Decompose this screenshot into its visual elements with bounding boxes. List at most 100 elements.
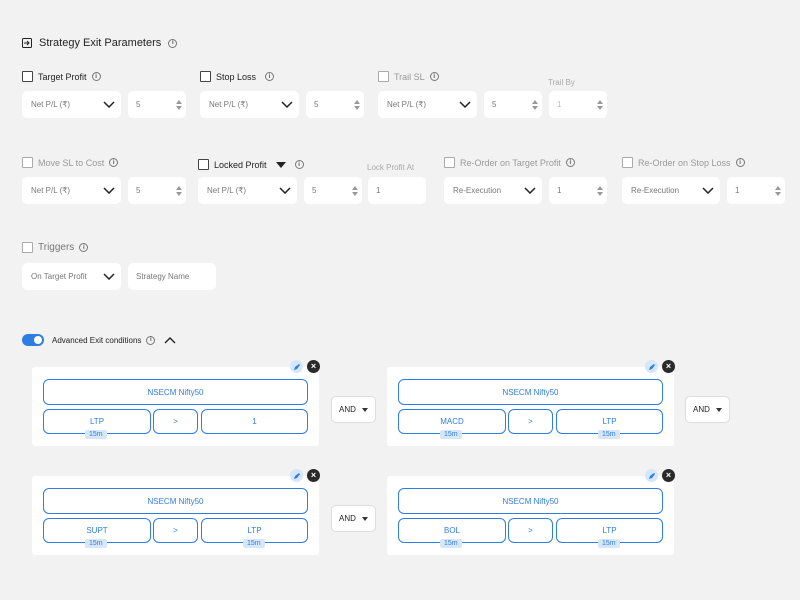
- move-sl-toggle[interactable]: Move SL to Cost i: [22, 157, 119, 168]
- right-operand-pill[interactable]: 1: [201, 409, 308, 434]
- target-profit-value[interactable]: 5: [128, 91, 186, 118]
- info-icon[interactable]: i: [735, 158, 745, 167]
- locked-profit-checkbox[interactable]: [198, 159, 209, 170]
- advanced-exit-header: Advanced Exit conditions i: [22, 334, 176, 346]
- stop-loss-label: Stop Loss: [216, 71, 257, 82]
- number-value: 1: [735, 186, 740, 195]
- locked-profit-toggle[interactable]: Locked Profit i: [198, 159, 304, 170]
- reorder-sl-select[interactable]: Re-Execution: [622, 177, 720, 204]
- locked-profit-value[interactable]: 5: [304, 177, 362, 204]
- stepper-icon[interactable]: [352, 185, 358, 196]
- chevron-down-icon: [524, 187, 536, 194]
- join-select[interactable]: AND: [331, 505, 376, 532]
- close-icon[interactable]: ×: [307, 469, 320, 482]
- condition-card: NSECM Nifty50 BOL 15m > LTP 15m: [387, 476, 674, 555]
- edit-icon[interactable]: [290, 469, 303, 482]
- move-sl-value[interactable]: 5: [128, 177, 186, 204]
- number-value: 5: [492, 100, 497, 109]
- stepper-icon[interactable]: [775, 185, 781, 196]
- trail-sl-label: Trail SL: [394, 71, 425, 82]
- trail-sl-value[interactable]: 5: [484, 91, 542, 118]
- instrument-pill[interactable]: NSECM Nifty50: [43, 488, 308, 514]
- info-icon[interactable]: i: [265, 72, 275, 81]
- select-value: Net P/L (₹): [31, 186, 71, 195]
- close-icon[interactable]: ×: [662, 469, 675, 482]
- operator-pill[interactable]: >: [153, 518, 198, 543]
- stepper-icon[interactable]: [176, 99, 182, 110]
- timeframe-badge: 15m: [85, 539, 107, 548]
- info-icon[interactable]: i: [79, 243, 89, 252]
- edit-icon[interactable]: [645, 360, 658, 373]
- close-icon[interactable]: ×: [662, 360, 675, 373]
- timeframe-badge: 15m: [598, 539, 620, 548]
- info-icon[interactable]: i: [429, 72, 439, 81]
- reorder-sl-checkbox[interactable]: [622, 157, 633, 168]
- operator-pill[interactable]: >: [153, 409, 198, 434]
- number-value: 1: [376, 186, 381, 195]
- condition-card: NSECM Nifty50 SUPT 15m > LTP 15m: [32, 476, 319, 555]
- trail-sl-select[interactable]: Net P/L (₹): [378, 91, 477, 118]
- move-sl-checkbox[interactable]: [22, 157, 33, 168]
- close-icon[interactable]: ×: [307, 360, 320, 373]
- stepper-icon[interactable]: [354, 99, 360, 110]
- info-icon[interactable]: i: [146, 335, 156, 345]
- target-profit-select[interactable]: Net P/L (₹): [22, 91, 121, 118]
- edit-icon[interactable]: [645, 469, 658, 482]
- condition-card: NSECM Nifty50 MACD 15m > LTP 15m: [387, 367, 674, 446]
- stepper-icon[interactable]: [176, 185, 182, 196]
- info-icon[interactable]: i: [91, 72, 101, 81]
- reorder-tp-checkbox[interactable]: [444, 157, 455, 168]
- locked-profit-select[interactable]: Net P/L (₹): [198, 177, 297, 204]
- number-value: 5: [312, 186, 317, 195]
- chevron-up-icon[interactable]: [164, 336, 176, 344]
- reorder-sl-value[interactable]: 1: [727, 177, 785, 204]
- edit-icon[interactable]: [290, 360, 303, 373]
- stepper-icon[interactable]: [597, 99, 603, 110]
- trail-by-value[interactable]: 1: [549, 91, 607, 118]
- advanced-exit-toggle[interactable]: [22, 334, 44, 346]
- info-icon[interactable]: i: [168, 38, 178, 48]
- input-placeholder: Strategy Name: [136, 272, 190, 281]
- page-title: Strategy Exit Parameters: [39, 37, 162, 49]
- stepper-icon[interactable]: [597, 185, 603, 196]
- target-profit-checkbox[interactable]: [22, 71, 33, 82]
- stepper-icon[interactable]: [532, 99, 538, 110]
- instrument-pill[interactable]: NSECM Nifty50: [398, 488, 663, 514]
- trail-sl-checkbox[interactable]: [378, 71, 389, 82]
- stop-loss-checkbox[interactable]: [200, 71, 211, 82]
- info-icon[interactable]: i: [294, 160, 304, 169]
- strategy-name-input[interactable]: Strategy Name: [128, 263, 216, 290]
- move-sl-select[interactable]: Net P/L (₹): [22, 177, 121, 204]
- info-icon[interactable]: i: [565, 158, 575, 167]
- reorder-tp-toggle[interactable]: Re-Order on Target Profit i: [444, 157, 575, 168]
- info-icon[interactable]: i: [109, 158, 119, 167]
- chevron-down-icon: [281, 101, 293, 108]
- reorder-tp-value[interactable]: 1: [549, 177, 607, 204]
- stop-loss-select[interactable]: Net P/L (₹): [200, 91, 299, 118]
- number-value: 5: [136, 100, 141, 109]
- trail-sl-toggle[interactable]: Trail SL i: [378, 71, 439, 82]
- exit-icon: [22, 38, 32, 48]
- join-select[interactable]: AND: [331, 396, 376, 423]
- instrument-pill[interactable]: NSECM Nifty50: [398, 379, 663, 405]
- number-value: 1: [557, 186, 562, 195]
- caret-down-icon[interactable]: [275, 161, 286, 168]
- stop-loss-toggle[interactable]: Stop Loss i: [200, 71, 275, 82]
- triggers-checkbox[interactable]: [22, 242, 33, 253]
- operator-pill[interactable]: >: [508, 518, 553, 543]
- instrument-pill[interactable]: NSECM Nifty50: [43, 379, 308, 405]
- target-profit-toggle[interactable]: Target Profit i: [22, 71, 101, 82]
- locked-profit-label: Locked Profit: [214, 159, 267, 170]
- lock-profit-at-value[interactable]: 1: [368, 177, 426, 204]
- reorder-sl-toggle[interactable]: Re-Order on Stop Loss i: [622, 157, 745, 168]
- select-value: Net P/L (₹): [209, 100, 249, 109]
- chevron-down-icon: [459, 101, 471, 108]
- operator-pill[interactable]: >: [508, 409, 553, 434]
- join-select[interactable]: AND: [685, 396, 730, 423]
- triggers-toggle[interactable]: Triggers i: [22, 242, 89, 253]
- reorder-tp-select[interactable]: Re-Execution: [444, 177, 542, 204]
- number-value: 5: [136, 186, 141, 195]
- triggers-select[interactable]: On Target Profit: [22, 263, 121, 290]
- stop-loss-value[interactable]: 5: [306, 91, 364, 118]
- timeframe-badge: 15m: [85, 430, 107, 439]
